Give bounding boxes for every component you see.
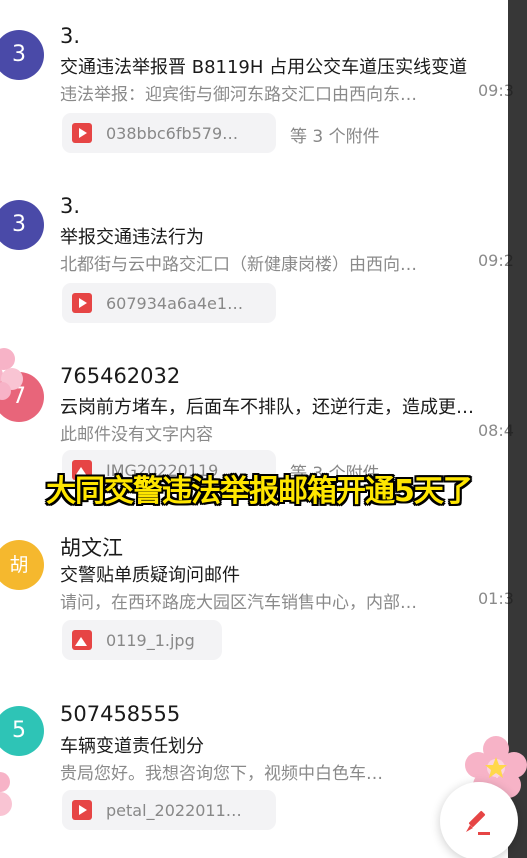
attachment-chip[interactable]: 038bbc6fb579… [62, 113, 276, 153]
mail-preview: 违法举报：迎宾街与御河东路交汇口由西向东… [60, 85, 417, 105]
mail-subject: 交警贴单质疑询问邮件 [60, 565, 240, 586]
mail-subject: 举报交通违法行为 [60, 227, 204, 248]
mail-sender: 507458555 [60, 702, 181, 726]
pencil-icon [466, 810, 490, 835]
mail-sender: 胡文江 [60, 536, 123, 560]
avatar: 5 [0, 706, 44, 756]
mail-preview: 请问，在西环路庞大园区汽车销售中心，内部… [60, 593, 417, 613]
flower-decoration-icon [0, 348, 23, 400]
attachment-name: 607934a6a4e1… [106, 293, 244, 313]
video-file-icon [72, 800, 92, 820]
attachment-name: petal_2022011… [106, 800, 242, 820]
decorative-watermark-strip [508, 0, 527, 858]
flower-decoration-icon [0, 772, 12, 816]
mail-sender: 3. [60, 24, 81, 48]
mail-subject: 车辆变道责任划分 [60, 736, 204, 757]
video-caption: 大同交警违法举报邮箱开通5天了 [46, 474, 473, 509]
mail-list: 3 3. 交通违法举报晋 B8119H 占用公交车道压实线变道 违法举报：迎宾街… [0, 0, 527, 858]
video-file-icon [72, 293, 92, 313]
attachment-count[interactable]: 等 3 个附件 [290, 122, 380, 147]
avatar: 胡 [0, 540, 44, 590]
attachment-chip[interactable]: 607934a6a4e1… [62, 283, 276, 323]
mail-item[interactable]: 胡 胡文江 交警贴单质疑询问邮件 请问，在西环路庞大园区汽车销售中心，内部… 0… [0, 510, 527, 680]
mail-subject: 交通违法举报晋 B8119H 占用公交车道压实线变道 [60, 57, 468, 78]
attachment-chip[interactable]: 0119_1.jpg [62, 620, 222, 660]
mail-sender: 765462032 [60, 364, 181, 388]
mail-preview: 此邮件没有文字内容 [60, 425, 213, 445]
mail-preview: 贵局您好。我想咨询您下，视频中白色车… [60, 764, 383, 784]
mail-item[interactable]: 3 3. 举报交通违法行为 北都街与云中路交汇口（新健康岗楼）由西向… 09:2… [0, 170, 527, 340]
image-file-icon [72, 630, 92, 650]
attachment-name: 0119_1.jpg [106, 630, 195, 650]
attachment-chip[interactable]: petal_2022011… [62, 790, 276, 830]
mail-item[interactable]: 3 3. 交通违法举报晋 B8119H 占用公交车道压实线变道 违法举报：迎宾街… [0, 0, 527, 170]
avatar: 3 [0, 30, 44, 80]
compose-button[interactable] [440, 782, 518, 858]
mail-preview: 北都街与云中路交汇口（新健康岗楼）由西向… [60, 255, 417, 275]
avatar: 3 [0, 200, 44, 250]
attachment-name: 038bbc6fb579… [106, 123, 239, 143]
mail-sender: 3. [60, 194, 81, 218]
mail-subject: 云岗前方堵车，后面车不排队，还逆行走，造成更… [60, 397, 474, 418]
video-file-icon [72, 123, 92, 143]
